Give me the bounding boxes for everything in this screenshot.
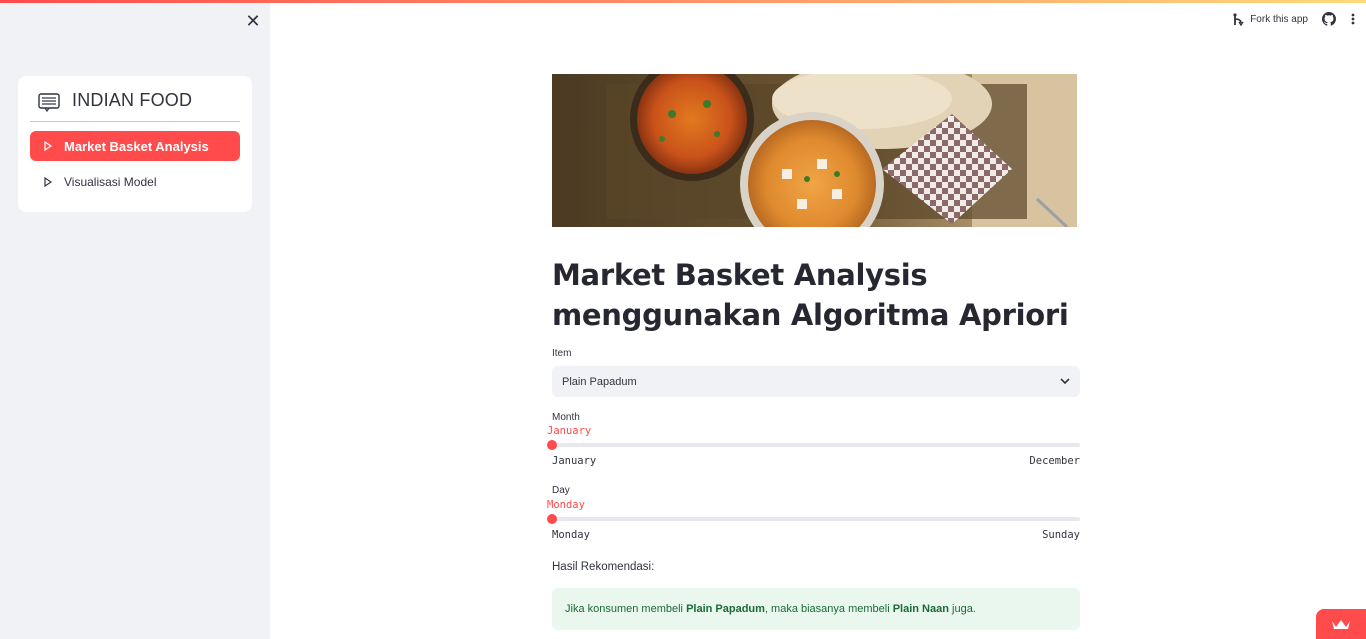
page-title: Market Basket Analysis menggunakan Algor… [552, 255, 1080, 335]
month-slider-min: January [552, 455, 597, 467]
fork-icon [1233, 13, 1244, 26]
vertical-ellipsis-icon[interactable] [1350, 12, 1356, 26]
hero-food-image [552, 74, 1077, 227]
card-list-icon [38, 93, 60, 112]
menu-item-market-basket-analysis[interactable]: Market Basket Analysis [30, 131, 240, 161]
play-outline-icon [44, 141, 52, 151]
month-slider-value: January [547, 425, 592, 437]
github-icon[interactable] [1322, 12, 1336, 26]
app-toolbar: Fork this app [1232, 12, 1356, 26]
streamlit-badge[interactable] [1316, 609, 1366, 639]
menu-item-label: Visualisasi Model [64, 175, 157, 189]
menu-item-label: Market Basket Analysis [64, 138, 209, 154]
item-select-value: Plain Papadum [562, 375, 637, 388]
day-slider-track[interactable] [552, 517, 1080, 521]
day-label: Day [552, 485, 570, 496]
day-slider-value: Monday [547, 499, 585, 511]
month-slider-thumb[interactable] [547, 440, 557, 450]
result-label: Hasil Rekomendasi: [552, 561, 655, 573]
result-text-prefix: Jika konsumen membeli [565, 603, 687, 615]
month-slider-track[interactable] [552, 443, 1080, 447]
result-text-suffix: juga. [948, 603, 976, 615]
month-label: Month [552, 412, 580, 423]
page-title-line-1: Market Basket Analysis [552, 258, 928, 292]
item-select[interactable]: Plain Papadum [552, 366, 1080, 397]
close-icon[interactable]: ✕ [244, 12, 262, 30]
top-decoration-bar [0, 0, 1366, 3]
chevron-down-icon [1060, 378, 1070, 385]
recommendation-alert: Jika konsumen membeli Plain Papadum, mak… [552, 588, 1080, 630]
fork-app-button[interactable]: Fork this app [1232, 12, 1308, 26]
day-slider-min: Monday [552, 529, 590, 541]
option-menu: INDIAN FOOD Market Basket Analysis Visua… [18, 76, 252, 212]
day-slider-thumb[interactable] [547, 514, 557, 524]
fork-label: Fork this app [1250, 13, 1308, 25]
play-outline-icon [44, 177, 52, 187]
crown-icon [1332, 620, 1350, 629]
item-label: Item [552, 348, 572, 359]
day-slider-max: Sunday [1042, 529, 1080, 541]
result-item-b: Plain Naan [892, 603, 949, 615]
menu-item-visualisasi-model[interactable]: Visualisasi Model [30, 167, 240, 197]
month-slider-max: December [1029, 455, 1080, 467]
sidebar: ✕ INDIAN FOOD Market Basket Analysis Vis… [0, 0, 270, 639]
menu-header: INDIAN FOOD [30, 90, 240, 122]
result-text-middle: , maka biasanya membeli [764, 603, 893, 615]
page-title-line-2: menggunakan Algoritma Apriori [552, 298, 1069, 332]
result-item-a: Plain Papadum [686, 603, 765, 615]
menu-title: INDIAN FOOD [72, 90, 193, 110]
